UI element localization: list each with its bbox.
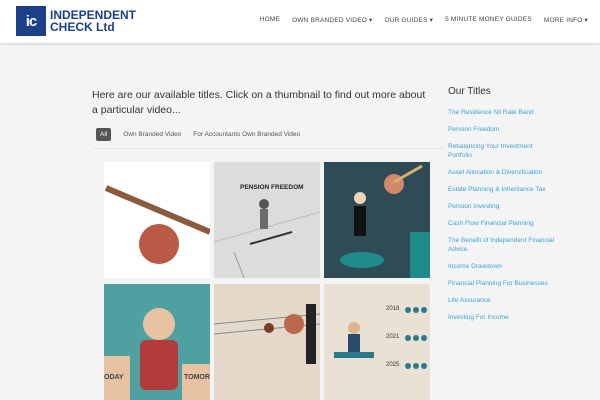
- filter-accountants-own-branded-video[interactable]: For Accountants Own Branded Video: [193, 131, 300, 138]
- filter-bar: All Own Branded Video For Accountants Ow…: [96, 128, 300, 141]
- sidebar-item-estate-planning[interactable]: Estate Planning & Inheritance Tax: [448, 185, 558, 194]
- sidebar-item-cash-flow-planning[interactable]: Cash Flow Financial Planning: [448, 219, 558, 228]
- sidebar-item-pension-freedom[interactable]: Pension Freedom: [448, 125, 558, 134]
- video-thumbnail-rebalancing-portfolio[interactable]: [324, 162, 430, 278]
- sidebar-item-asset-allocation[interactable]: Asset Allocation & Diversification: [448, 168, 558, 177]
- sidebar-item-pension-investing[interactable]: Pension Investing: [448, 202, 558, 211]
- logo-text: INDEPENDENT CHECK Ltd: [50, 9, 136, 33]
- sidebar-item-residence-nil-rate-band[interactable]: The Residence Nil Rate Band: [448, 108, 558, 117]
- conductor-illustration: [324, 162, 430, 278]
- thumbnail-label-today: ODAY: [104, 374, 124, 381]
- logo[interactable]: ic INDEPENDENT CHECK Ltd: [16, 6, 136, 36]
- intro-text: Here are our available titles. Click on …: [92, 89, 426, 116]
- site-header: ic INDEPENDENT CHECK Ltd HOME OWN BRANDE…: [0, 0, 600, 43]
- nav-home[interactable]: HOME: [260, 16, 280, 24]
- video-thumbnail-residence-nil-rate-band[interactable]: [104, 162, 210, 278]
- video-thumbnail-pension-investing[interactable]: 2018 2021 2025: [324, 284, 430, 400]
- video-thumbnail-asset-allocation[interactable]: ODAY TOMOR: [104, 284, 210, 400]
- nav-own-branded-video[interactable]: OWN BRANDED VIDEO ▾: [292, 16, 372, 24]
- nav-5-minute-money-guides[interactable]: 5 MINUTE MONEY GUIDES: [445, 16, 532, 24]
- nav-our-guides[interactable]: OUR GUIDES ▾: [384, 16, 433, 24]
- piggy-bank-timeline-illustration: [324, 284, 430, 400]
- filter-all[interactable]: All: [96, 128, 112, 141]
- sidebar-item-financial-planning-businesses[interactable]: Financial Planning For Businesses: [448, 279, 558, 288]
- logo-line-2: CHECK Ltd: [50, 20, 115, 34]
- year-label-2018: 2018: [386, 306, 400, 312]
- filter-own-branded-video[interactable]: Own Branded Video: [123, 131, 181, 138]
- sidebar-item-rebalancing-portfolio[interactable]: Rebalancing Your Investment Portfolio: [448, 142, 558, 160]
- sidebar-title: Our Titles: [448, 86, 491, 97]
- nav-more-info[interactable]: MORE INFO ▾: [544, 16, 588, 24]
- filter-divider: [94, 148, 444, 149]
- seesaw-illustration: [104, 185, 210, 264]
- video-thumbnail-pension-freedom[interactable]: PENSION FREEDOM: [214, 162, 320, 278]
- skier-illustration: [214, 199, 320, 278]
- sidebar-item-income-drawdown[interactable]: Income Drawdown: [448, 262, 558, 271]
- sidebar-item-life-assurance[interactable]: Life Assurance: [448, 296, 558, 305]
- sidebar-item-independent-advice[interactable]: The Benefit of Independent Financial Adv…: [448, 236, 558, 254]
- sidebar-item-investing-for-income[interactable]: Investing For Income: [448, 313, 558, 322]
- year-label-2025: 2025: [386, 362, 400, 368]
- year-label-2021: 2021: [386, 334, 400, 340]
- thumbnail-label-tomorrow: TOMOR: [184, 374, 210, 381]
- main-nav: HOME OWN BRANDED VIDEO ▾ OUR GUIDES ▾ 5 …: [260, 16, 588, 24]
- logo-mark: ic: [16, 6, 46, 36]
- titles-sidebar: The Residence Nil Rate Band Pension Free…: [448, 108, 558, 330]
- video-thumbnail-estate-planning[interactable]: [214, 284, 320, 400]
- person-holding-bags-illustration: [104, 308, 210, 400]
- music-notes-illustration: [214, 284, 320, 400]
